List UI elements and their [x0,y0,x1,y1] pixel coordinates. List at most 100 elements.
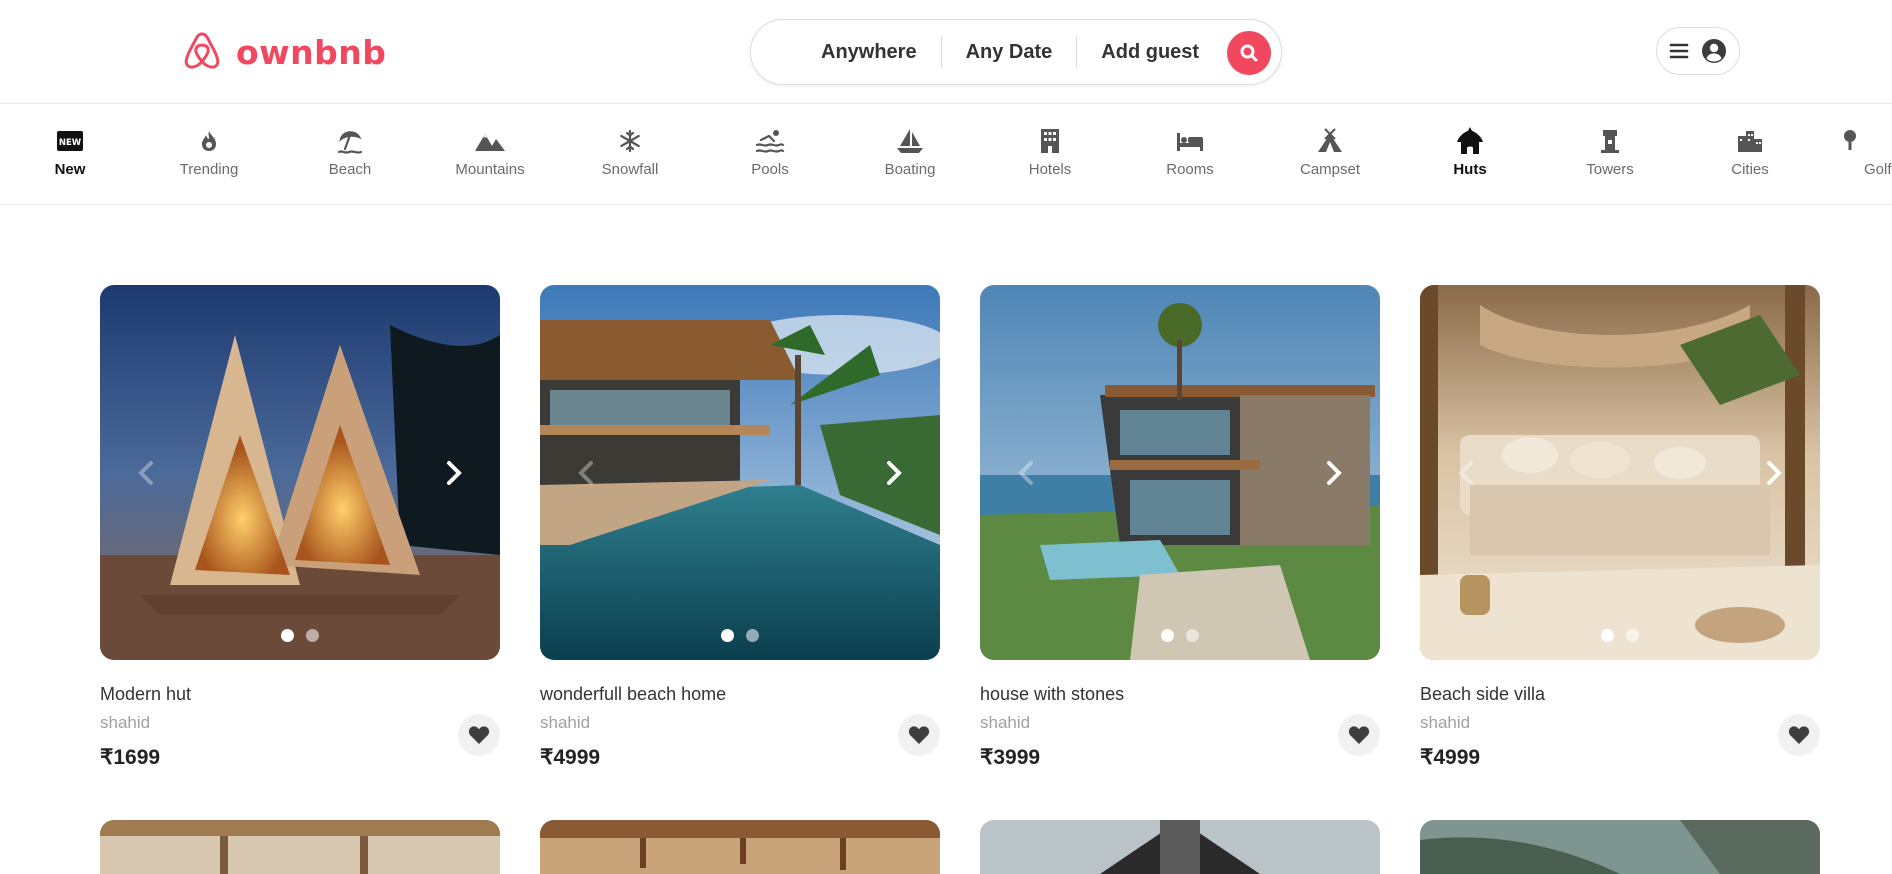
category-label: New [54,161,86,178]
category-label: Golf [1864,161,1892,178]
search-bar[interactable]: Anywhere Any Date Add guest [750,19,1282,85]
user-menu-button[interactable] [1656,27,1740,75]
category-golf[interactable]: Golf [1830,125,1892,178]
prev-photo-button[interactable] [128,453,164,493]
category-rooms[interactable]: Rooms [1130,125,1250,178]
next-photo-button[interactable] [1316,453,1352,493]
category-label: Huts [1453,161,1487,178]
category-pools[interactable]: Pools [710,125,830,178]
listing-title: Beach side villa [1420,684,1546,704]
chevron-left-icon [1458,461,1473,485]
chevron-left-icon [138,461,153,485]
favorite-button[interactable] [1778,714,1820,756]
listing-image [980,820,1380,874]
category-label: Boating [884,161,936,178]
listing-card[interactable] [1420,820,1820,874]
date-field[interactable]: Any Date [942,36,1077,68]
brand-logo[interactable]: ownbnb [182,31,386,73]
category-trending[interactable]: Trending [149,125,269,178]
favorite-button[interactable] [898,714,940,756]
hut-icon [1457,127,1483,154]
category-mountains[interactable]: Mountains [430,125,550,178]
listing-photo[interactable] [100,285,500,660]
photo-dot[interactable] [306,629,319,642]
photo-dot[interactable] [1161,629,1174,642]
listing-title: wonderfull beach home [540,684,727,704]
heart-icon [1788,726,1810,744]
listing-photo[interactable] [980,285,1380,660]
swimmer-icon [755,130,785,153]
prev-photo-button[interactable] [1008,453,1044,493]
building-icon [1041,129,1059,153]
photo-dot[interactable] [1186,629,1199,642]
category-label: Beach [328,161,372,178]
listing-card[interactable]: Beach side villa shahid ₹4999 [1420,285,1820,770]
favorite-button[interactable] [458,714,500,756]
photo-dot[interactable] [746,629,759,642]
search-icon [1240,44,1258,62]
beach-umbrella-icon [337,131,363,154]
category-bar: NEW New Trending Beach Mountains Snowfal… [0,105,1892,205]
svg-text:NEW: NEW [59,138,82,148]
category-label: Cities [1731,161,1769,178]
brand-name: ownbnb [236,32,387,72]
tent-icon [1318,128,1342,152]
category-label: Campset [1299,161,1361,178]
next-photo-button[interactable] [1756,453,1792,493]
city-icon [1738,131,1762,152]
listing-title: house with stones [980,684,1125,704]
category-label: Snowfall [601,161,659,178]
category-boating[interactable]: Boating [850,125,970,178]
sailboat-icon [897,129,923,153]
listing-price: ₹1699 [100,746,161,769]
bed-icon [1177,133,1203,151]
prev-photo-button[interactable] [568,453,604,493]
listing-card[interactable] [980,820,1380,874]
listing-image [540,820,940,874]
category-cities[interactable]: Cities [1690,125,1810,178]
category-campset[interactable]: Campset [1270,125,1390,178]
listing-price: ₹4999 [540,746,601,769]
listing-card[interactable]: Modern hut shahid ₹1699 [100,285,500,770]
category-hotels[interactable]: Hotels [990,125,1110,178]
chevron-left-icon [578,461,593,485]
category-label: Pools [751,161,789,178]
golf-icon [1844,130,1856,150]
photo-indicator [1420,629,1820,642]
listing-photo[interactable] [1420,285,1820,660]
listing-card[interactable]: wonderfull beach home shahid ₹4999 [540,285,940,770]
category-label: Trending [179,161,239,178]
photo-dot[interactable] [1601,629,1614,642]
photo-dot[interactable] [721,629,734,642]
tower-icon [1601,130,1619,153]
listing-card[interactable] [540,820,940,874]
listing-host: shahid [980,713,1031,732]
listing-card[interactable]: house with stones shahid ₹3999 [980,285,1380,770]
category-label: Mountains [455,161,525,178]
photo-indicator [980,629,1380,642]
listing-title: Modern hut [100,684,192,704]
category-beach[interactable]: Beach [290,125,410,178]
category-towers[interactable]: Towers [1550,125,1670,178]
next-photo-button[interactable] [436,453,472,493]
favorite-button[interactable] [1338,714,1380,756]
chevron-right-icon [1327,461,1342,485]
listing-photo[interactable] [540,285,940,660]
category-label: Rooms [1166,161,1214,178]
fire-icon [202,131,216,151]
listing-card[interactable] [100,820,500,874]
guests-field[interactable]: Add guest [1077,36,1223,68]
photo-dot[interactable] [281,629,294,642]
listing-image [1420,820,1820,874]
category-snowfall[interactable]: Snowfall [570,125,690,178]
listing-host: shahid [540,713,591,732]
category-new[interactable]: NEW New [10,125,130,178]
photo-dot[interactable] [1626,629,1639,642]
location-field[interactable]: Anywhere [751,36,941,68]
chevron-left-icon [1018,461,1033,485]
category-huts[interactable]: Huts [1410,125,1530,178]
search-button[interactable] [1227,31,1271,75]
prev-photo-button[interactable] [1448,453,1484,493]
next-photo-button[interactable] [876,453,912,493]
listing-price: ₹4999 [1420,746,1481,769]
